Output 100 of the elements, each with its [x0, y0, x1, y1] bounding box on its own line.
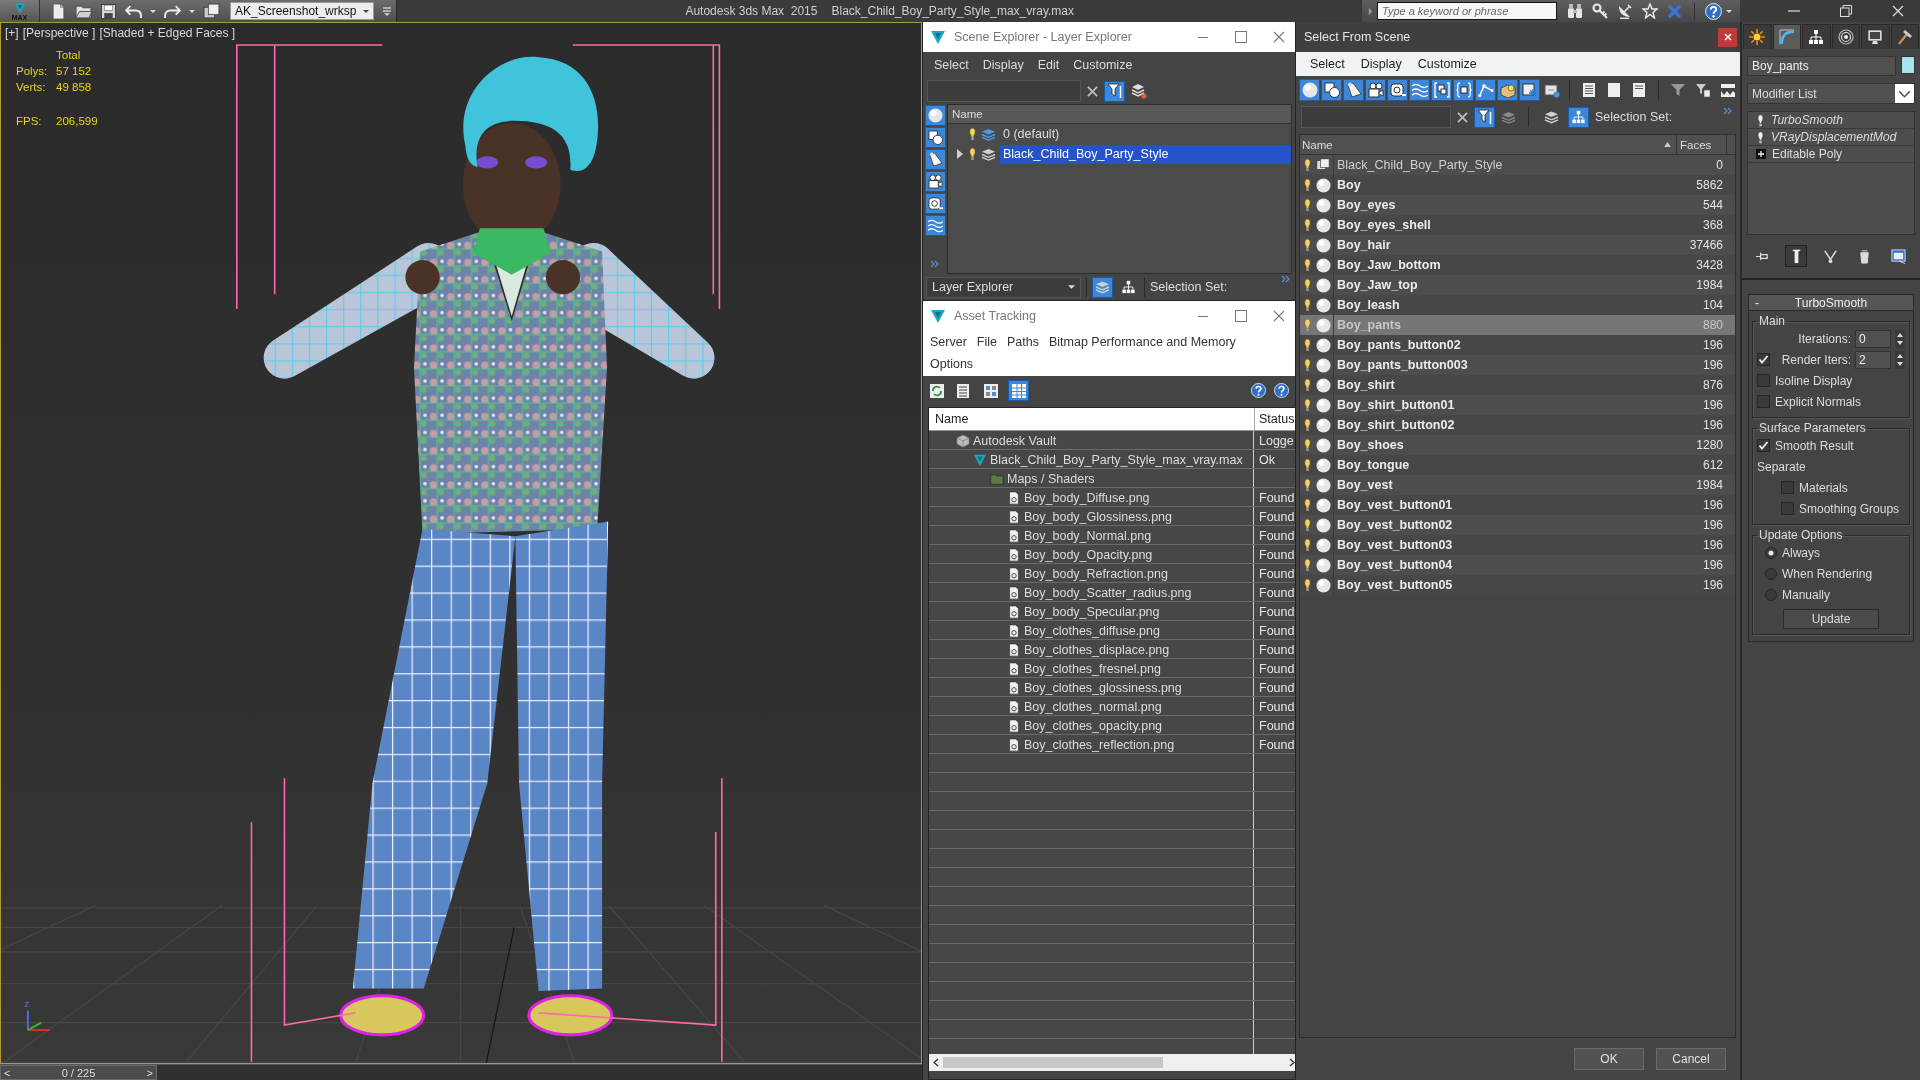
- viewport-menu[interactable]: [Shaded + Edged Faces ]: [99, 26, 236, 40]
- star-icon[interactable]: [1642, 3, 1658, 19]
- object-name-field[interactable]: Boy_pants: [1747, 56, 1896, 76]
- radio-button[interactable]: [1765, 567, 1777, 580]
- radio-button[interactable]: [1765, 546, 1777, 559]
- lightbulb-icon[interactable]: [1303, 498, 1312, 512]
- object-color-swatch[interactable]: [1901, 56, 1915, 74]
- type-filter-button[interactable]: [1343, 79, 1364, 101]
- next-frame-button[interactable]: >: [146, 1066, 153, 1079]
- search-field[interactable]: Type a keyword or phrase: [1377, 2, 1557, 20]
- object-row[interactable]: Boy_pants_button003 196: [1300, 355, 1735, 375]
- viewport-menu[interactable]: [+]: [5, 26, 19, 40]
- type-filter-button[interactable]: [1365, 79, 1386, 101]
- object-row[interactable]: Black_Child_Boy_Party_Style 0: [1300, 155, 1735, 175]
- stack-tool-button[interactable]: [1785, 245, 1807, 267]
- list-lines-icon[interactable]: [1581, 82, 1597, 98]
- double-chevron-icon[interactable]: [1281, 275, 1290, 283]
- satellite-dish-icon[interactable]: [1617, 3, 1633, 19]
- view-toggle[interactable]: [1568, 106, 1589, 128]
- help-icon[interactable]: [1705, 2, 1722, 20]
- scroll-left-icon[interactable]: [933, 1058, 939, 1067]
- checkbox[interactable]: [1757, 395, 1770, 408]
- menu-item[interactable]: Display: [1352, 57, 1410, 71]
- column-header[interactable]: Name: [948, 105, 1291, 124]
- asset-name[interactable]: Boy_body_Specular.png: [1024, 604, 1160, 619]
- funnel-list-icon[interactable]: [1695, 82, 1711, 98]
- double-chevron-icon[interactable]: [930, 260, 939, 268]
- column-header[interactable]: Faces: [1677, 135, 1727, 154]
- type-filter-button[interactable]: [1409, 79, 1430, 101]
- asset-name[interactable]: Boy_clothes_glossiness.png: [1024, 680, 1182, 695]
- view-mode-button[interactable]: [1008, 380, 1029, 401]
- collapse-toggle[interactable]: -: [1749, 295, 1767, 310]
- chevron-right-icon[interactable]: [1368, 6, 1373, 16]
- lightbulb-icon[interactable]: [1303, 378, 1312, 392]
- type-filter-button[interactable]: [925, 193, 946, 214]
- horizontal-scrollbar[interactable]: [929, 1054, 1295, 1071]
- spinner-field[interactable]: 2: [1855, 350, 1891, 369]
- double-chevron-icon[interactable]: [1723, 107, 1732, 115]
- maximize-icon[interactable]: [1235, 310, 1247, 322]
- character-model-drawing[interactable]: [236, 44, 723, 1063]
- asset-name[interactable]: Boy_body_Diffuse.png: [1024, 490, 1150, 505]
- funnel-icon[interactable]: [1670, 82, 1686, 98]
- close-icon[interactable]: [1273, 310, 1285, 322]
- view-toggle[interactable]: [1092, 276, 1113, 298]
- layer-name[interactable]: 0 (default): [1000, 124, 1291, 144]
- menu-icon[interactable]: [382, 6, 393, 16]
- asset-name[interactable]: Black_Child_Boy_Party_Style_max_vray.max: [990, 452, 1243, 467]
- workspace-dropdown[interactable]: AK_Screenshot_wrksp: [230, 2, 375, 20]
- type-filter-button[interactable]: [1453, 79, 1474, 101]
- maximize-icon[interactable]: [1235, 31, 1247, 43]
- checkbox[interactable]: [1781, 502, 1794, 515]
- filter-toggle[interactable]: [1474, 106, 1495, 128]
- new-file-icon[interactable]: [50, 2, 67, 20]
- menu-item[interactable]: Bitmap Performance and Memory: [1043, 333, 1241, 351]
- type-filter-button[interactable]: [1475, 79, 1496, 101]
- checkbox[interactable]: [1757, 353, 1770, 366]
- scrollbar-thumb[interactable]: [943, 1057, 1163, 1068]
- object-row[interactable]: Boy_Jaw_top 1984: [1300, 275, 1735, 295]
- clear-icon[interactable]: [1457, 111, 1468, 123]
- lightbulb-icon[interactable]: [1303, 238, 1312, 252]
- lightbulb-icon[interactable]: [1303, 178, 1312, 192]
- spinner-arrows-icon[interactable]: [1895, 350, 1905, 369]
- blank-page-icon[interactable]: [1606, 82, 1622, 98]
- spinner-arrows-icon[interactable]: [1895, 329, 1905, 348]
- asset-name[interactable]: Boy_clothes_opacity.png: [1024, 718, 1163, 733]
- viewport-menu[interactable]: [Perspective ]: [22, 26, 96, 40]
- panel-tab[interactable]: [1861, 24, 1890, 49]
- half-lines-icon[interactable]: [1631, 82, 1647, 98]
- lightbulb-icon[interactable]: [1303, 298, 1312, 312]
- object-row[interactable]: Boy_shirt_button01 196: [1300, 395, 1735, 415]
- lightbulb-icon[interactable]: [1303, 418, 1312, 432]
- type-filter-button[interactable]: [925, 127, 946, 148]
- dialog-button[interactable]: OK: [1574, 1048, 1644, 1070]
- save-icon[interactable]: [100, 2, 117, 20]
- lightbulb-icon[interactable]: [1303, 218, 1312, 232]
- lightbulb-icon[interactable]: [1303, 158, 1312, 172]
- lightbulb-icon[interactable]: [1303, 338, 1312, 352]
- window-stack-icon[interactable]: [203, 2, 220, 20]
- plus-box-icon[interactable]: [1756, 149, 1766, 159]
- close-button[interactable]: [1718, 27, 1737, 47]
- lightbulb-icon[interactable]: [1303, 198, 1312, 212]
- object-row[interactable]: Boy_eyes 544: [1300, 195, 1735, 215]
- search-field[interactable]: [927, 80, 1081, 102]
- type-filter-button[interactable]: [925, 105, 946, 126]
- layer-add-icon[interactable]: [1131, 83, 1147, 99]
- column-header[interactable]: Name: [929, 408, 1254, 430]
- asset-name[interactable]: Boy_clothes_normal.png: [1024, 699, 1162, 714]
- caret-icon[interactable]: [1726, 9, 1732, 13]
- asset-name[interactable]: Boy_body_Refraction.png: [1024, 566, 1168, 581]
- layer-name[interactable]: Black_Child_Boy_Party_Style: [1000, 144, 1291, 164]
- lightbulb-icon[interactable]: [1303, 558, 1312, 572]
- menu-item[interactable]: Server: [925, 333, 972, 351]
- panel-tab[interactable]: [1772, 24, 1801, 49]
- menu-item[interactable]: Select: [927, 58, 976, 72]
- scroll-right-icon[interactable]: [1289, 1058, 1295, 1067]
- close-icon[interactable]: [1273, 31, 1285, 43]
- help-icon[interactable]: [1274, 383, 1289, 398]
- asset-name[interactable]: Boy_clothes_fresnel.png: [1024, 661, 1161, 676]
- caret-icon[interactable]: [189, 9, 195, 13]
- radio-button[interactable]: [1765, 588, 1777, 601]
